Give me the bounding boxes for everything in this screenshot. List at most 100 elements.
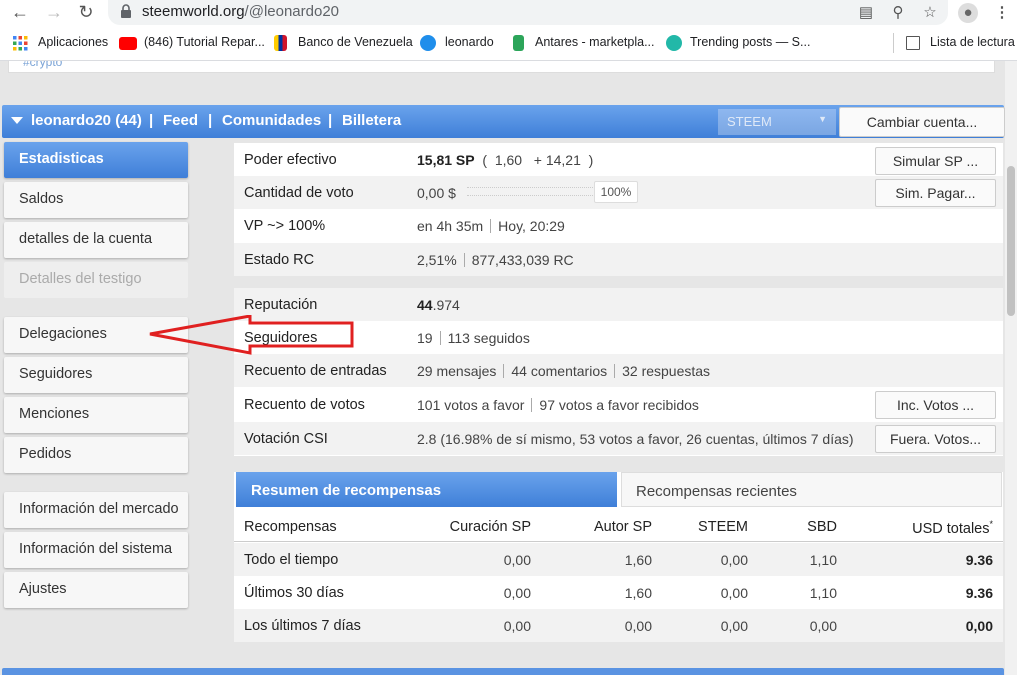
menu-icon[interactable]: ⋮ [992,3,1012,23]
stat-row-vp: VP ~> 100% en 4h 35m Hoy, 20:29 [234,209,1003,242]
stat-label: Recuento de votos [244,397,365,413]
stat-row-csi: Votación CSI 2.8 (16.98% de sí mismo, 53… [234,422,1003,455]
usd-total: 9.36 [965,552,993,568]
trending-icon [666,35,682,51]
steem: 0,00 [720,618,748,634]
separator: | [208,112,213,129]
divider [503,364,505,378]
stats-panel: Poder efectivo 15,81 SP ( 1,60 + 14,21 )… [234,143,1003,456]
sbd: 1,10 [809,585,837,601]
profile-icon[interactable]: ● [958,3,978,23]
bookmark-divider [893,33,894,53]
tab-recent-rewards[interactable]: Recompensas recientes [621,472,1002,507]
back-icon[interactable]: ← [10,2,30,22]
replies-count: 32 respuestas [622,363,711,379]
red-arrow-annotation [149,315,354,355]
translate-icon[interactable]: ▤ [856,3,876,23]
following-count: 113 seguidos [447,330,530,346]
switch-account-button[interactable]: Cambiar cuenta... [839,107,1005,137]
author-sp: 0,00 [624,618,652,634]
star-icon[interactable]: ☆ [920,3,940,23]
followers-count: 19 [417,330,433,346]
bookmark-apps[interactable]: Aplicaciones [38,35,108,49]
reload-icon[interactable]: ↻ [76,2,96,22]
paren-open: ( [482,152,488,168]
reading-list[interactable]: Lista de lectura [930,35,1015,49]
scroll-thumb[interactable] [1007,166,1015,316]
steem: 0,00 [720,552,748,568]
separator: | [328,112,333,129]
curation-sp: 0,00 [503,618,531,634]
reading-list-icon [906,36,920,50]
bank-icon [274,35,287,51]
stat-value: 19 113 seguidos [417,330,530,346]
bookmark-bank[interactable]: Banco de Venezuela [298,35,413,49]
nav-wallet[interactable]: Billetera [342,112,401,129]
rc-percent: 2,51% [417,252,457,268]
stat-label: VP ~> 100% [244,218,326,234]
zoom-icon[interactable]: ⚲ [888,3,908,23]
effective-power-value: 15,81 SP [417,152,475,168]
incoming-votes-button[interactable]: Inc. Votos ... [875,391,996,419]
divider [614,364,616,378]
sidebar-item-system-info[interactable]: Información del sistema [4,532,188,568]
apps-grid-icon[interactable] [13,36,28,51]
stat-label: Votación CSI [244,431,328,447]
usd-total: 9.36 [965,585,993,601]
bookmark-leonardo[interactable]: leonardo [445,35,494,49]
currency-select[interactable]: STEEM ▼ [718,109,836,135]
steem: 0,00 [720,585,748,601]
page-scrollbar[interactable] [1005,61,1017,675]
antares-icon [513,35,524,51]
bookmark-tutorial[interactable]: (846) Tutorial Repar... [144,35,265,49]
forward-icon[interactable]: → [44,2,64,22]
column-header: Recompensas [244,519,337,535]
sidebar-item-market-info[interactable]: Información del mercado [4,492,188,528]
comments-count: 44 comentarios [511,363,608,379]
account-name[interactable]: leonardo20 (44) [31,112,142,129]
stat-value: 2,51% 877,433,039 RC [417,252,574,268]
bookmark-antares[interactable]: Antares - marketpla... [535,35,655,49]
reputation-main: 44 [417,297,433,313]
simulate-sp-button[interactable]: Simular SP ... [875,147,996,175]
footnote-mark: * [989,519,993,529]
sbd: 1,10 [809,552,837,568]
stat-value: 29 mensajes 44 comentarios 32 respuestas [417,363,710,379]
table-row: Últimos 30 días 0,00 1,60 0,00 1,10 9.36 [234,576,1003,609]
stat-label: Recuento de entradas [244,363,387,379]
sbd: 0,00 [809,618,837,634]
bookmark-trending[interactable]: Trending posts — S... [690,35,810,49]
vp-clock: Hoy, 20:29 [498,218,565,234]
vote-percent[interactable]: 100% [594,181,638,203]
divider [490,219,492,233]
tab-rewards-summary[interactable]: Resumen de recompensas [236,472,617,507]
sidebar-item-mentions[interactable]: Menciones [4,397,188,433]
nav-feed[interactable]: Feed [163,112,198,129]
column-header: SBD [807,519,837,535]
sidebar-item-statistics[interactable]: Estadisticas [4,142,188,178]
stat-value: en 4h 35m Hoy, 20:29 [417,218,565,234]
stat-value: 15,81 SP ( 1,60 + 14,21 ) [417,152,593,168]
sidebar-item-account-details[interactable]: detalles de la cuenta [4,222,188,258]
outgoing-votes-button[interactable]: Fuera. Votos... [875,425,996,453]
url-host: steemworld.org [142,3,245,20]
browser-toolbar: ← → ↻ steemworld.org/@leonardo20 ▤ ⚲ ☆ ●… [0,0,1017,25]
column-header-usd: USD totales [912,520,990,537]
nav-communities[interactable]: Comunidades [222,112,321,129]
sim-pay-button[interactable]: Sim. Pagar... [875,179,996,207]
stat-label: Cantidad de voto [244,185,354,201]
author-sp: 1,60 [624,585,652,601]
stat-row-posts: Recuento de entradas 29 mensajes 44 comen… [234,354,1003,387]
sidebar-item-settings[interactable]: Ajustes [4,572,188,608]
url-path: /@leonardo20 [244,3,340,20]
sidebar-item-orders[interactable]: Pedidos [4,437,188,473]
caret-down-icon[interactable] [11,117,23,124]
csi-value: 2.8 (16.98% de sí mismo, 53 votos a favo… [417,431,854,447]
usd-total: 0,00 [965,618,993,634]
row-label: Todo el tiempo [244,552,339,568]
sidebar-item-balances[interactable]: Saldos [4,182,188,218]
vote-slider[interactable] [467,187,597,196]
table-row: Todo el tiempo 0,00 1,60 0,00 1,10 9.36 [234,543,1003,576]
sidebar-item-followers[interactable]: Seguidores [4,357,188,393]
row-label: Los últimos 7 días [244,618,361,634]
